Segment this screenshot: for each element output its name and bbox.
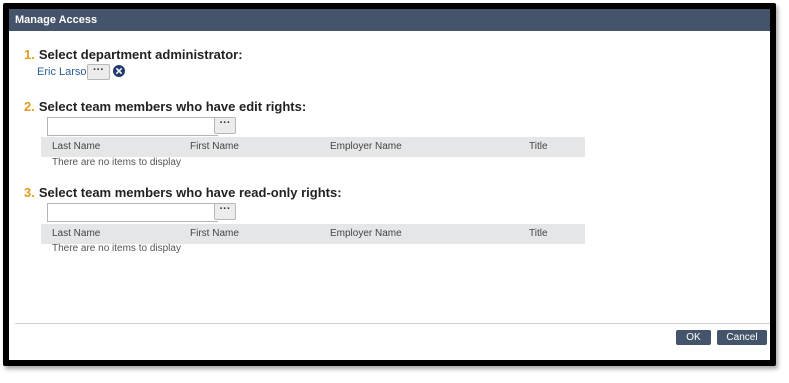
column-header-employer-name[interactable]: Employer Name: [330, 224, 402, 244]
step-2-number: 2.: [24, 99, 35, 114]
admin-name-link[interactable]: Eric Larson: [37, 65, 93, 79]
step-1-label: Select department administrator:: [38, 47, 243, 62]
dialog-title: Manage Access: [15, 14, 98, 26]
step-3-label: Select team members who have read-only r…: [38, 185, 342, 200]
edit-rights-lookup-button[interactable]: ···: [214, 117, 236, 134]
column-header-last-name[interactable]: Last Name: [52, 224, 100, 244]
column-header-first-name[interactable]: First Name: [190, 224, 239, 244]
step-1-heading: 1. Select department administrator:: [24, 47, 243, 62]
step-2-heading: 2. Select team members who have edit righ…: [24, 99, 306, 114]
manage-access-dialog: Manage Access 1. Select department admini…: [9, 9, 770, 360]
edit-rights-empty-message: There are no items to display: [52, 157, 181, 168]
footer-divider: [15, 323, 770, 324]
read-only-lookup-button[interactable]: ···: [214, 203, 236, 220]
dialog-titlebar: Manage Access: [9, 9, 770, 31]
read-only-empty-message: There are no items to display: [52, 243, 181, 254]
column-header-first-name[interactable]: First Name: [190, 137, 239, 157]
edit-rights-search-input[interactable]: [47, 117, 218, 136]
step-3-number: 3.: [24, 185, 35, 200]
ok-button[interactable]: OK: [676, 330, 711, 345]
clear-circle-icon[interactable]: [113, 65, 125, 77]
step-3-heading: 3. Select team members who have read-only…: [24, 185, 342, 200]
column-header-employer-name[interactable]: Employer Name: [330, 137, 402, 157]
column-header-title[interactable]: Title: [529, 224, 548, 244]
step-2-label: Select team members who have edit rights…: [38, 99, 307, 114]
step-1-number: 1.: [24, 47, 35, 62]
admin-lookup-button[interactable]: ···: [87, 64, 110, 80]
edit-rights-grid-header: Last Name First Name Employer Name Title: [41, 137, 585, 157]
read-only-grid-header: Last Name First Name Employer Name Title: [41, 224, 585, 244]
cancel-button[interactable]: Cancel: [717, 330, 767, 345]
column-header-title[interactable]: Title: [529, 137, 548, 157]
column-header-last-name[interactable]: Last Name: [52, 137, 100, 157]
read-only-search-input[interactable]: [47, 203, 218, 222]
